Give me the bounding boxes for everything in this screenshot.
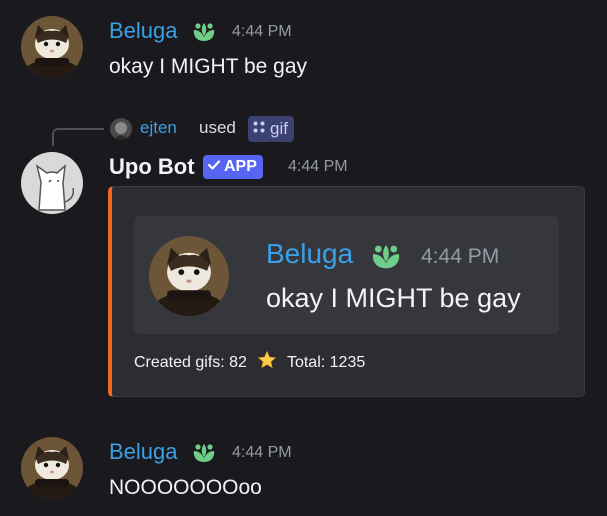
message-timestamp[interactable]: 4:44 PM — [232, 23, 292, 41]
message-timestamp[interactable]: 4:44 PM — [232, 444, 292, 462]
app-badge: APP — [203, 155, 263, 179]
lotus-icon — [368, 240, 404, 276]
quote-timestamp: 4:44 PM — [421, 245, 500, 268]
bot-author[interactable]: Upo Bot — [109, 154, 195, 180]
reply-connector — [52, 128, 104, 146]
bot-timestamp[interactable]: 4:44 PM — [288, 158, 348, 176]
ejten-avatar[interactable] — [110, 118, 132, 140]
beluga-avatar[interactable] — [21, 437, 83, 499]
chat-log: Beluga 4:44 PM okay I MIGHT be gay ejten… — [0, 0, 607, 516]
lotus-icon — [190, 19, 218, 47]
lotus-icon — [190, 440, 218, 468]
verified-check-icon — [207, 158, 221, 177]
slash-command-icon — [252, 119, 266, 139]
message-text: okay I MIGHT be gay — [109, 55, 308, 78]
star-icon — [257, 350, 277, 375]
quote-avatar — [149, 236, 229, 316]
message-text: NOOOOOOOoo — [109, 476, 262, 499]
created-gifs-label: Created gifs: 82 — [134, 353, 247, 371]
upo-bot-avatar[interactable] — [21, 152, 83, 214]
quote-author: Beluga — [266, 238, 354, 269]
message-author[interactable]: Beluga — [109, 439, 178, 465]
app-badge-label: APP — [224, 158, 257, 175]
message-author[interactable]: Beluga — [109, 18, 178, 44]
slash-command-chip[interactable]: gif — [248, 116, 294, 142]
quote-text: okay I MIGHT be gay — [266, 283, 521, 313]
reply-username[interactable]: ejten — [140, 118, 177, 138]
reply-used-label: used — [199, 118, 236, 137]
total-label: Total: 1235 — [286, 353, 366, 371]
command-name: gif — [270, 119, 288, 138]
embed-footer: Created gifs: 82 Total: 1235 — [134, 350, 365, 375]
beluga-avatar[interactable] — [21, 16, 83, 78]
